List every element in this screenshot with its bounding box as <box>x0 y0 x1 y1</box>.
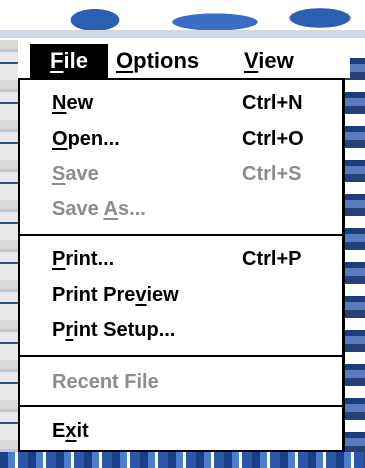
menu-file-label-post: ile <box>63 48 88 73</box>
menu-item-exit-label: Exit <box>52 420 89 442</box>
menu-item-new-shortcut: Ctrl+N <box>242 92 303 114</box>
menu-bar: File Options View <box>30 44 350 78</box>
desktop-background-left <box>0 40 18 468</box>
menu-item-exit[interactable]: Exit <box>52 414 337 448</box>
menu-view-label-post: iew <box>258 48 294 73</box>
menu-separator <box>20 234 342 236</box>
menu-item-new-label: New <box>52 92 94 114</box>
menu-item-open-label: Open... <box>52 128 120 150</box>
menu-item-new[interactable]: New Ctrl+N <box>52 86 337 120</box>
menu-item-save-shortcut: Ctrl+S <box>242 163 302 185</box>
menu-item-print-shortcut: Ctrl+P <box>242 248 302 270</box>
menu-file[interactable]: File <box>30 44 108 78</box>
menu-options[interactable]: Options <box>116 44 199 78</box>
menu-item-recent-file-label: Recent File <box>52 371 159 393</box>
menu-item-save[interactable]: Save Ctrl+S <box>52 157 337 191</box>
menu-item-print-label: Print... <box>52 248 115 270</box>
menu-item-print[interactable]: Print... Ctrl+P <box>52 242 337 276</box>
file-dropdown-menu: New Ctrl+N Open... Ctrl+O Save Ctrl+S Sa… <box>18 78 345 452</box>
desktop-background-right <box>345 58 365 468</box>
menu-item-print-preview-label: Print Preview <box>52 284 179 306</box>
menu-item-print-setup-label: Print Setup... <box>52 319 176 341</box>
menu-separator <box>20 355 342 357</box>
desktop-background-top <box>0 0 365 48</box>
menu-options-label-post: ptions <box>133 48 200 73</box>
menu-item-save-as[interactable]: Save As... <box>52 192 337 226</box>
desktop-background-bottom <box>0 452 365 468</box>
menu-separator <box>20 405 342 407</box>
menu-options-accelerator: O <box>116 48 134 73</box>
menu-file-accelerator: F <box>50 48 64 73</box>
desktop-background-strip <box>0 30 365 38</box>
menu-view[interactable]: View <box>244 44 294 78</box>
menu-view-accelerator: V <box>244 48 259 73</box>
menu-item-print-setup[interactable]: Print Setup... <box>52 313 337 347</box>
menu-item-recent-file[interactable]: Recent File <box>52 365 337 399</box>
menu-item-save-as-label: Save As... <box>52 198 146 220</box>
menu-item-open-shortcut: Ctrl+O <box>242 128 304 150</box>
menu-item-print-preview[interactable]: Print Preview <box>52 278 337 312</box>
menu-item-save-label: Save <box>52 163 99 185</box>
menu-item-open[interactable]: Open... Ctrl+O <box>52 122 337 156</box>
